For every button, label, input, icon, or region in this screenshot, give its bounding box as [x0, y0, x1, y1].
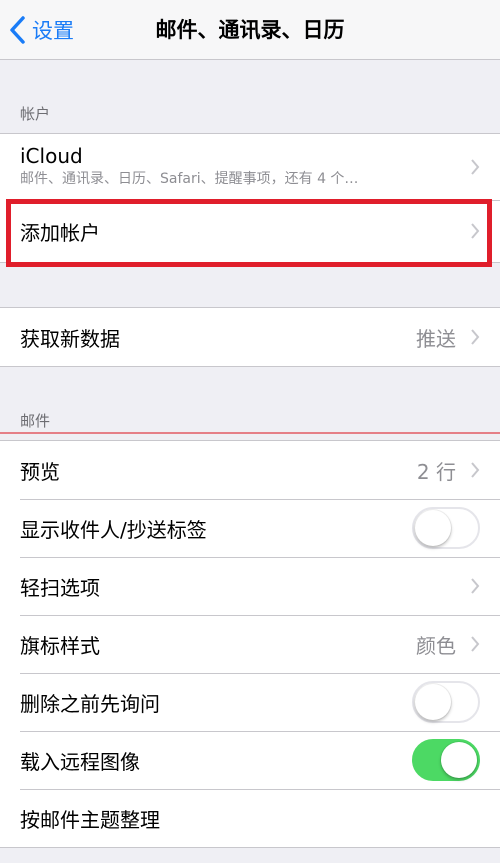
add-account-label: 添加帐户 — [20, 220, 100, 245]
organize-by-thread-label: 按邮件主题整理 — [20, 807, 160, 832]
flag-style-row[interactable]: 旗标样式 颜色 — [0, 615, 500, 673]
fetch-group: 获取新数据 推送 — [0, 307, 500, 367]
fetch-new-data-value: 推送 — [416, 326, 456, 351]
divider-line — [0, 432, 500, 434]
chevron-right-icon — [471, 462, 480, 478]
page-title: 邮件、通讯录、日历 — [155, 18, 345, 42]
accounts-section-header: 帐户 — [20, 105, 51, 123]
swipe-options-row[interactable]: 轻扫选项 — [0, 557, 500, 615]
add-account-row[interactable]: 添加帐户 — [0, 200, 500, 262]
toggle-knob — [415, 684, 451, 720]
chevron-right-icon — [471, 223, 480, 239]
load-remote-images-label: 载入远程图像 — [20, 749, 140, 774]
accounts-group: iCloud 邮件、通讯录、日历、Safari、提醒事项，还有 4 个… 添加帐… — [0, 133, 500, 263]
toggle-knob — [415, 510, 451, 546]
preview-row[interactable]: 预览 2 行 — [0, 441, 500, 499]
ask-before-delete-toggle[interactable] — [412, 681, 480, 723]
load-remote-images-row: 载入远程图像 — [0, 731, 500, 789]
mail-section-header: 邮件 — [20, 412, 51, 430]
flag-style-label: 旗标样式 — [20, 633, 100, 658]
chevron-right-icon — [471, 329, 480, 345]
ask-before-delete-label: 删除之前先询问 — [20, 691, 160, 716]
load-remote-images-toggle[interactable] — [412, 739, 480, 781]
show-to-cc-toggle[interactable] — [412, 507, 480, 549]
fetch-new-data-row[interactable]: 获取新数据 推送 — [0, 308, 500, 366]
preview-label: 预览 — [20, 459, 60, 484]
organize-by-thread-row: 按邮件主题整理 — [0, 789, 500, 847]
icloud-detail: 邮件、通讯录、日历、Safari、提醒事项，还有 4 个… — [20, 171, 359, 187]
ask-before-delete-row: 删除之前先询问 — [0, 673, 500, 731]
icloud-label: iCloud — [20, 144, 83, 168]
flag-style-value: 颜色 — [416, 633, 456, 658]
chevron-right-icon — [471, 159, 480, 175]
chevron-right-icon — [471, 578, 480, 594]
swipe-options-label: 轻扫选项 — [20, 575, 100, 600]
preview-value: 2 行 — [416, 459, 456, 484]
navigation-bar: 设置 邮件、通讯录、日历 — [0, 0, 500, 60]
chevron-right-icon — [471, 636, 480, 652]
show-to-cc-label: 显示收件人/抄送标签 — [20, 517, 207, 542]
mail-group: 预览 2 行 显示收件人/抄送标签 轻扫选项 旗标样式 颜色 删除之前先询问 载… — [0, 440, 500, 848]
show-to-cc-row: 显示收件人/抄送标签 — [0, 499, 500, 557]
fetch-new-data-label: 获取新数据 — [20, 326, 120, 351]
toggle-knob — [441, 742, 477, 778]
icloud-account-row[interactable]: iCloud 邮件、通讯录、日历、Safari、提醒事项，还有 4 个… — [0, 134, 500, 200]
